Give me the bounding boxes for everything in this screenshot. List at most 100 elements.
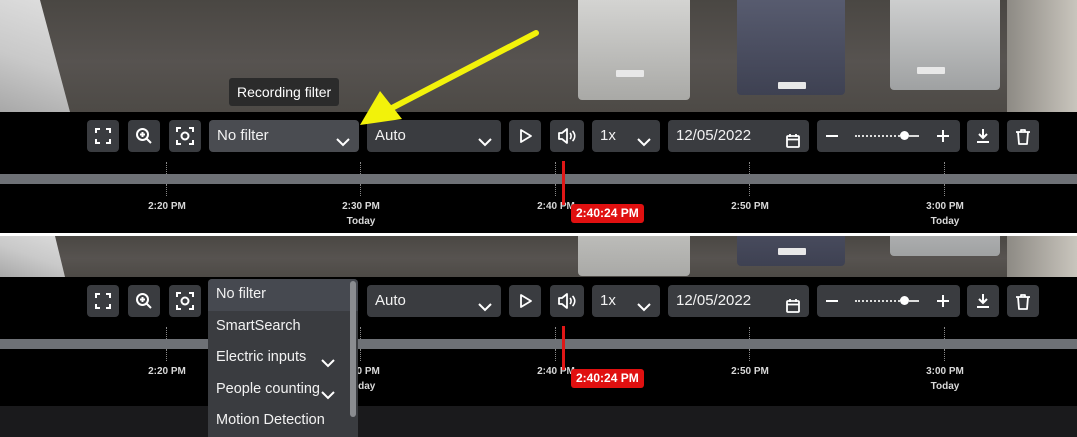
- dropdown-scrollbar[interactable]: [350, 281, 356, 417]
- delete-button[interactable]: [1007, 285, 1039, 317]
- timeline-zoom-control: [817, 120, 960, 152]
- quality-value: Auto: [375, 292, 406, 309]
- calendar-icon[interactable]: [785, 294, 801, 326]
- timeline-label: 2:50 PM: [731, 366, 769, 377]
- date-picker[interactable]: 12/05/2022: [668, 285, 809, 317]
- download-icon: [975, 128, 991, 144]
- play-icon: [517, 293, 533, 309]
- camera-plate: [616, 70, 644, 77]
- timeline-tick: [360, 162, 361, 174]
- minus-icon[interactable]: [824, 128, 840, 149]
- volume-icon: [557, 128, 577, 144]
- timeline-tick: [555, 327, 556, 339]
- screenshot-button[interactable]: [169, 285, 201, 317]
- screenshot-button[interactable]: [169, 120, 201, 152]
- timeline-tick: [749, 162, 750, 174]
- play-button[interactable]: [509, 285, 541, 317]
- timeline-tick: [555, 349, 556, 361]
- status-bar: [0, 406, 1077, 437]
- zoom-in-button[interactable]: [128, 285, 160, 317]
- chevron-down-icon: [636, 129, 652, 161]
- zoom-in-button[interactable]: [128, 120, 160, 152]
- camera-van: [578, 0, 690, 100]
- calendar-icon[interactable]: [785, 129, 801, 161]
- zoom-slider-track-end: [909, 135, 919, 137]
- timeline-sublabel: Today: [346, 216, 376, 227]
- volume-button[interactable]: [550, 285, 584, 317]
- camera-wall-right: [1007, 0, 1077, 112]
- camera-view: [0, 236, 1077, 277]
- delete-button[interactable]: [1007, 120, 1039, 152]
- camera-plate: [917, 67, 945, 74]
- timeline-label: 2:50 PM: [731, 201, 769, 212]
- timeline-label: 3:00 PM: [926, 201, 964, 212]
- filter-option-label: No filter: [216, 286, 266, 302]
- zoom-slider-handle[interactable]: [900, 131, 909, 140]
- camera-van: [737, 0, 845, 95]
- date-picker[interactable]: 12/05/2022: [668, 120, 809, 152]
- timeline-tick: [166, 349, 167, 361]
- timeline-tick: [944, 162, 945, 174]
- download-icon: [975, 293, 991, 309]
- timeline-tick: [166, 162, 167, 174]
- timeline-zoom-control: [817, 285, 960, 317]
- filter-option-label: Motion Detection: [216, 412, 325, 428]
- fullscreen-icon: [95, 293, 111, 309]
- timeline-sublabel: Today: [930, 381, 960, 392]
- date-value: 12/05/2022: [676, 292, 752, 309]
- recording-filter-tooltip: Recording filter: [229, 78, 340, 106]
- minus-icon[interactable]: [824, 293, 840, 314]
- download-button[interactable]: [967, 120, 999, 152]
- chevron-down-icon: [636, 294, 652, 326]
- playback-time-badge: 2:40:24 PM: [571, 204, 644, 223]
- speed-value: 1x: [600, 292, 616, 309]
- fullscreen-button[interactable]: [87, 120, 119, 152]
- timeline-tick: [749, 184, 750, 196]
- timeline-track[interactable]: [0, 339, 1077, 349]
- timeline-tick: [749, 349, 750, 361]
- filter-option-motion-detection[interactable]: Motion Detection: [208, 405, 358, 437]
- control-bar: Auto 1x 12/05/2022: [0, 277, 1077, 321]
- quality-select[interactable]: Auto: [367, 285, 501, 317]
- filter-option-electric-inputs[interactable]: Electric inputs: [208, 342, 358, 374]
- speed-value: 1x: [600, 127, 616, 144]
- zoom-in-icon: [135, 127, 153, 145]
- filter-option-label: Electric inputs: [216, 349, 307, 365]
- timeline-tick: [555, 184, 556, 196]
- playback-cursor[interactable]: [562, 326, 565, 370]
- filter-option-no-filter[interactable]: No filter: [208, 279, 358, 311]
- recording-filter-select[interactable]: No filter: [209, 120, 359, 152]
- screenshot-icon: [176, 292, 194, 310]
- chevron-down-icon: [477, 294, 493, 326]
- timeline-label: 3:00 PM: [926, 366, 964, 377]
- timeline-track[interactable]: [0, 174, 1077, 184]
- timeline-tick: [166, 327, 167, 339]
- camera-van: [890, 0, 1000, 90]
- filter-option-smartsearch[interactable]: SmartSearch: [208, 311, 358, 343]
- filter-option-people-counting[interactable]: People counting: [208, 374, 358, 406]
- timeline-label: 2:20 PM: [148, 201, 186, 212]
- timeline-tick: [360, 349, 361, 361]
- download-button[interactable]: [967, 285, 999, 317]
- camera-van: [578, 236, 690, 276]
- timeline-tick: [360, 184, 361, 196]
- timeline-tick: [166, 184, 167, 196]
- camera-wall-right: [1007, 236, 1077, 277]
- speed-select[interactable]: 1x: [592, 285, 660, 317]
- timeline-tick: [360, 327, 361, 339]
- speed-select[interactable]: 1x: [592, 120, 660, 152]
- recording-filter-value: No filter: [217, 127, 269, 144]
- camera-van: [890, 236, 1000, 256]
- fullscreen-button[interactable]: [87, 285, 119, 317]
- screenshot-icon: [176, 127, 194, 145]
- zoom-slider-handle[interactable]: [900, 296, 909, 305]
- timeline-tick: [944, 184, 945, 196]
- timeline-tick: [944, 349, 945, 361]
- volume-button[interactable]: [550, 120, 584, 152]
- fullscreen-icon: [95, 128, 111, 144]
- zoom-in-icon: [135, 292, 153, 310]
- plus-icon[interactable]: [935, 128, 951, 149]
- plus-icon[interactable]: [935, 293, 951, 314]
- timeline-sublabel: Today: [930, 216, 960, 227]
- playback-cursor[interactable]: [562, 161, 565, 205]
